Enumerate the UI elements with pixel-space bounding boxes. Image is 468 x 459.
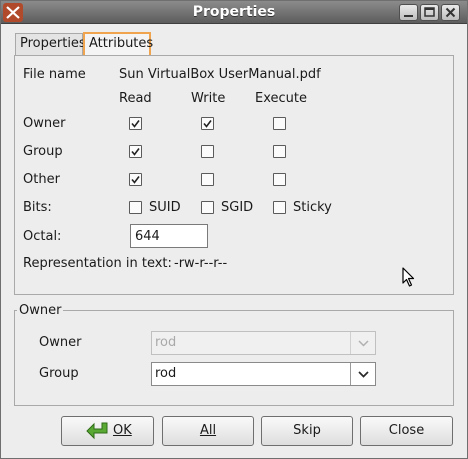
file-name-label: File name	[23, 67, 86, 82]
other-execute-checkbox[interactable]	[273, 173, 286, 186]
chevron-down-icon	[350, 363, 375, 385]
close-button-label: Close	[388, 423, 425, 438]
owner-groupbox	[14, 310, 454, 406]
owner-select-value: rod	[155, 335, 177, 350]
owner-groupbox-title: Owner	[17, 303, 64, 318]
column-read-header: Read	[119, 91, 152, 106]
sticky-label[interactable]: Sticky	[293, 200, 332, 215]
sgid-checkbox[interactable]	[201, 201, 214, 214]
skip-button-label: Skip	[293, 423, 321, 438]
owner-execute-checkbox[interactable]	[273, 117, 286, 130]
all-button[interactable]: All	[162, 416, 254, 446]
all-button-label: All	[199, 423, 217, 438]
representation-value: -rw-r--r--	[174, 256, 228, 271]
properties-dialog: Properties Properties Attributes File na…	[0, 0, 468, 459]
ok-arrow-icon	[86, 422, 108, 440]
octal-input[interactable]	[130, 224, 208, 248]
column-write-header: Write	[191, 91, 226, 106]
maximize-button[interactable]	[420, 4, 439, 21]
group-select-label: Group	[39, 366, 79, 381]
owner-select[interactable]: rod	[151, 331, 376, 355]
skip-button[interactable]: Skip	[261, 416, 353, 446]
suid-label[interactable]: SUID	[149, 200, 181, 215]
bits-label: Bits:	[23, 200, 52, 215]
group-select-value: rod	[155, 366, 177, 381]
group-execute-checkbox[interactable]	[273, 145, 286, 158]
ok-button[interactable]: OK	[61, 416, 154, 446]
other-read-checkbox[interactable]	[129, 173, 142, 186]
group-select[interactable]: rod	[151, 362, 376, 386]
owner-write-checkbox[interactable]	[201, 117, 214, 130]
ok-button-label: OK	[113, 423, 132, 438]
title-bar[interactable]: Properties	[1, 1, 467, 24]
owner-select-label: Owner	[39, 335, 82, 350]
other-row-label: Other	[23, 172, 60, 187]
tab-properties[interactable]: Properties	[15, 33, 86, 55]
close-button[interactable]: Close	[360, 416, 453, 446]
group-row-label: Group	[23, 144, 63, 159]
window-title: Properties	[192, 4, 276, 20]
sticky-checkbox[interactable]	[273, 201, 286, 214]
file-name-value: Sun VirtualBox UserManual.pdf	[119, 67, 321, 82]
mouse-pointer-icon	[402, 267, 416, 291]
owner-read-checkbox[interactable]	[129, 117, 142, 130]
other-write-checkbox[interactable]	[201, 173, 214, 186]
group-write-checkbox[interactable]	[201, 145, 214, 158]
suid-checkbox[interactable]	[129, 201, 142, 214]
column-execute-header: Execute	[255, 91, 307, 106]
group-read-checkbox[interactable]	[129, 145, 142, 158]
owner-row-label: Owner	[23, 116, 66, 131]
minimize-button[interactable]	[399, 4, 418, 21]
close-window-button[interactable]	[441, 4, 460, 21]
tab-attributes[interactable]: Attributes	[83, 32, 153, 56]
octal-label: Octal:	[23, 229, 62, 244]
sgid-label[interactable]: SGID	[221, 200, 253, 215]
representation-label: Representation in text:	[23, 256, 172, 271]
chevron-down-icon	[350, 332, 375, 354]
